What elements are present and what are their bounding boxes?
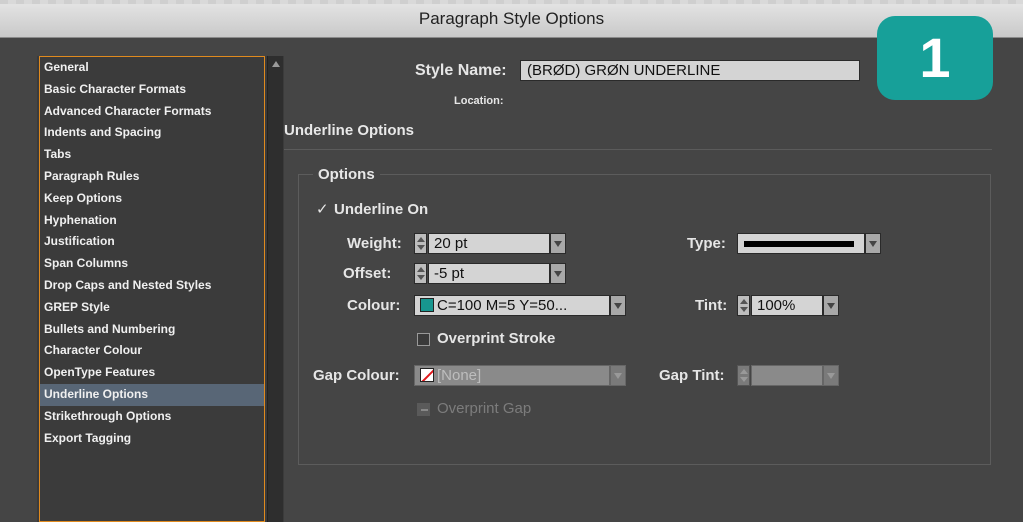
sidebar-item-character-colour[interactable]: Character Colour xyxy=(40,340,264,362)
colour-swatch-icon xyxy=(420,298,434,312)
step-number-badge: 1 xyxy=(877,16,993,100)
overprint-gap-label: Overprint Gap xyxy=(437,400,532,417)
options-group: Options ✓ Underline On Weight: 20 pt Typ… xyxy=(298,166,991,465)
gap-tint-label: Gap Tint: xyxy=(659,367,725,384)
gap-colour-dropdown[interactable]: [None] xyxy=(414,365,610,386)
gap-colour-label: Gap Colour: xyxy=(313,367,400,384)
options-group-title: Options xyxy=(313,166,380,183)
sidebar-item-strikethrough-options[interactable]: Strikethrough Options xyxy=(40,406,264,428)
sidebar-item-opentype-features[interactable]: OpenType Features xyxy=(40,362,264,384)
main-panel: Style Name: (BRØD) GRØN UNDERLINE Locati… xyxy=(284,16,1023,522)
colour-value: C=100 M=5 Y=50... xyxy=(437,297,568,314)
sidebar-item-indents-and-spacing[interactable]: Indents and Spacing xyxy=(40,122,264,144)
scroll-up-arrow-icon[interactable] xyxy=(272,61,280,67)
overprint-stroke-checkbox[interactable] xyxy=(417,333,430,346)
sidebar-item-grep-style[interactable]: GREP Style xyxy=(40,297,264,319)
sidebar-item-basic-character-formats[interactable]: Basic Character Formats xyxy=(40,79,264,101)
colour-dropdown[interactable]: C=100 M=5 Y=50... xyxy=(414,295,610,316)
underline-on-label: Underline On xyxy=(334,201,429,218)
weight-label: Weight: xyxy=(347,235,402,252)
sidebar-scrollbar[interactable] xyxy=(267,56,283,522)
dialog-window: General Basic Character Formats Advanced C… xyxy=(0,16,1023,522)
section-divider xyxy=(284,149,992,150)
gap-colour-dropdown-arrow-icon[interactable] xyxy=(610,365,626,386)
gap-tint-stepper[interactable] xyxy=(737,365,750,386)
weight-dropdown-arrow-icon[interactable] xyxy=(550,233,566,254)
sidebar-item-paragraph-rules[interactable]: Paragraph Rules xyxy=(40,166,264,188)
overprint-stroke-label: Overprint Stroke xyxy=(437,330,556,347)
tint-dropdown-arrow-icon[interactable] xyxy=(823,295,839,316)
sidebar-item-keep-options[interactable]: Keep Options xyxy=(40,188,264,210)
window-title: Paragraph Style Options xyxy=(418,9,605,28)
overprint-gap-checkbox[interactable] xyxy=(417,403,430,416)
sidebar-item-bullets-and-numbering[interactable]: Bullets and Numbering xyxy=(40,319,264,341)
sidebar-item-advanced-character-formats[interactable]: Advanced Character Formats xyxy=(40,101,264,123)
offset-field[interactable]: -5 pt xyxy=(428,263,550,284)
sidebar-item-export-tagging[interactable]: Export Tagging xyxy=(40,428,264,450)
gap-colour-value: [None] xyxy=(437,367,482,384)
tint-stepper[interactable] xyxy=(737,295,750,316)
sidebar-item-span-columns[interactable]: Span Columns xyxy=(40,253,264,275)
stroke-type-solid-swatch xyxy=(744,241,854,247)
offset-label: Offset: xyxy=(343,265,392,282)
tint-field[interactable]: 100% xyxy=(751,295,823,316)
window-title-bar: Paragraph Style Options xyxy=(0,0,1023,38)
type-dropdown[interactable] xyxy=(737,233,865,254)
colour-label: Colour: xyxy=(347,297,401,314)
tint-label: Tint: xyxy=(695,297,728,314)
sidebar-item-general[interactable]: General xyxy=(40,57,264,79)
sidebar-panel: General Basic Character Formats Advanced C… xyxy=(37,56,284,522)
sidebar-list: General Basic Character Formats Advanced C… xyxy=(39,56,265,522)
sidebar-item-hyphenation[interactable]: Hyphenation xyxy=(40,210,264,232)
sidebar-item-tabs[interactable]: Tabs xyxy=(40,144,264,166)
weight-stepper[interactable] xyxy=(414,233,427,254)
sidebar-item-drop-caps-and-nested-styles[interactable]: Drop Caps and Nested Styles xyxy=(40,275,264,297)
type-label: Type: xyxy=(687,235,726,252)
weight-field[interactable]: 20 pt xyxy=(428,233,550,254)
offset-stepper[interactable] xyxy=(414,263,427,284)
sidebar-item-underline-options[interactable]: Underline Options xyxy=(40,383,264,406)
no-colour-swatch-icon xyxy=(420,368,434,382)
location-label: Location: xyxy=(454,95,504,107)
gap-tint-field[interactable] xyxy=(751,365,823,386)
colour-dropdown-arrow-icon[interactable] xyxy=(610,295,626,316)
underline-on-checkbox[interactable]: ✓ xyxy=(316,202,329,217)
offset-dropdown-arrow-icon[interactable] xyxy=(550,263,566,284)
section-title: Underline Options xyxy=(284,122,415,139)
style-name-label: Style Name: xyxy=(415,62,507,79)
style-name-input[interactable]: (BRØD) GRØN UNDERLINE xyxy=(520,60,860,81)
gap-tint-dropdown-arrow-icon[interactable] xyxy=(823,365,839,386)
type-dropdown-arrow-icon[interactable] xyxy=(865,233,881,254)
sidebar-item-justification[interactable]: Justification xyxy=(40,231,264,253)
